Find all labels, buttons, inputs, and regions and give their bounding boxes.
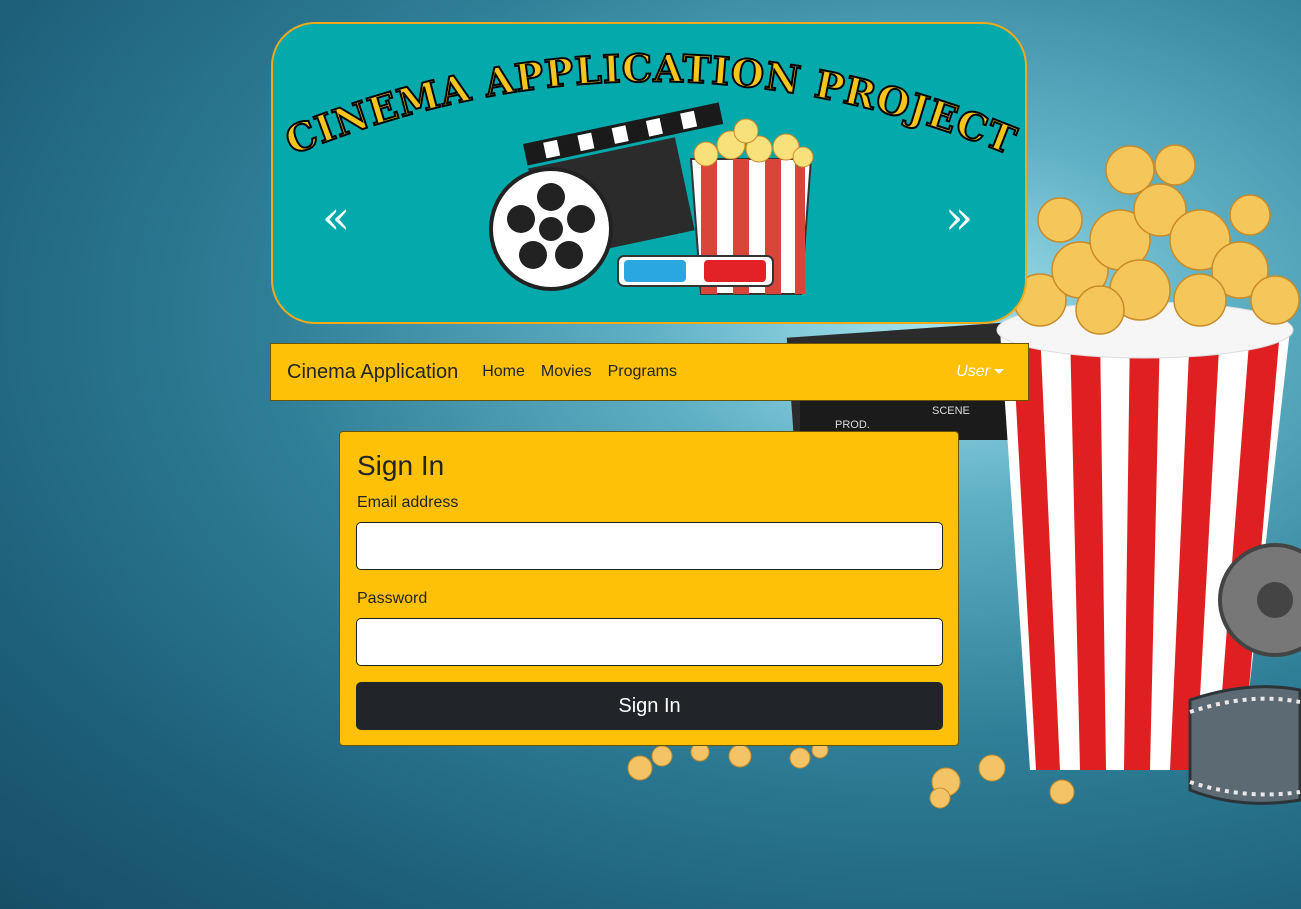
user-dropdown-label: User [956,363,990,380]
carousel-next-button[interactable]: » [945,194,973,240]
password-field[interactable] [356,618,943,666]
film-reel-icon [1188,543,1301,805]
nav-link-home[interactable]: Home [482,363,525,381]
popcorn-bucket-icon [996,144,1300,770]
signin-form: Sign In Email address Password Sign In [339,431,959,746]
carousel-prev-button[interactable]: « [322,194,350,240]
password-label: Password [357,590,428,607]
scattered-popcorn [627,741,1075,809]
nav-link-movies[interactable]: Movies [541,363,592,381]
signin-title: Sign In [357,450,445,481]
user-dropdown[interactable]: User [956,363,1004,381]
email-label: Email address [357,494,459,511]
navbar-brand[interactable]: Cinema Application [287,361,458,384]
svg-text:PROD.: PROD. [835,419,870,431]
nav-link-programs[interactable]: Programs [608,363,677,381]
signin-button[interactable]: Sign In [356,682,943,730]
email-field[interactable] [356,522,943,570]
main-navbar: Cinema Application Home Movies Programs … [270,343,1029,401]
svg-text:SCENE: SCENE [932,405,970,417]
cinema-logo-art: CINEMA APPLICATION PROJECT [278,44,1023,295]
caret-down-icon [994,369,1004,375]
hero-carousel: CINEMA APPLICATION PROJECT « » [271,22,1027,324]
